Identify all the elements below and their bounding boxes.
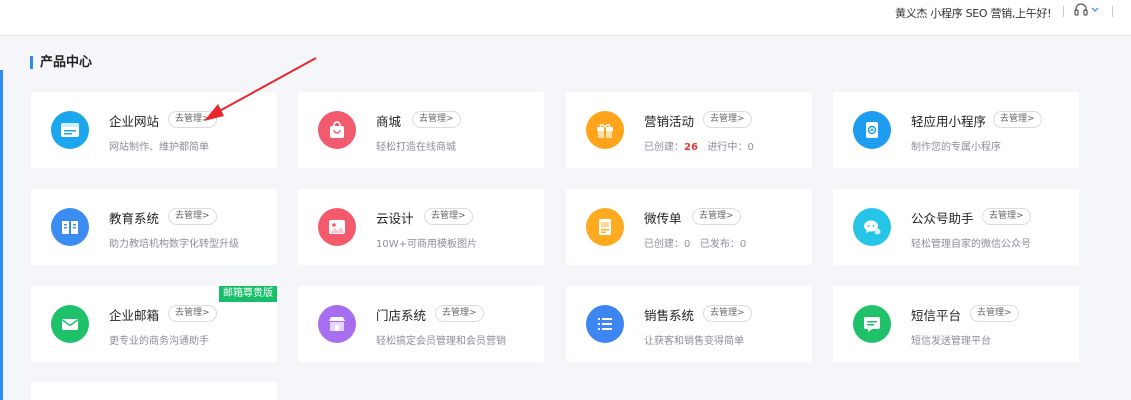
card-description: 已创建：0 已发布：0 bbox=[644, 239, 747, 250]
card-description: 轻松管理自家的微信公众号 bbox=[911, 239, 1031, 250]
card-description: 轻松打造在线商城 bbox=[376, 142, 456, 153]
manage-button[interactable]: 去管理> bbox=[168, 111, 217, 128]
card-partial[interactable] bbox=[31, 382, 277, 400]
manage-button[interactable]: 去管理> bbox=[982, 208, 1031, 225]
chevron-down-icon[interactable] bbox=[1091, 7, 1099, 13]
book-icon bbox=[51, 208, 89, 246]
manage-button[interactable]: 去管理> bbox=[703, 111, 752, 128]
card-title: 云设计 bbox=[376, 211, 414, 226]
card-sales-system[interactable]: 销售系统 去管理> 让获客和销售变得简单 bbox=[566, 286, 812, 362]
card-mini-program[interactable]: 轻应用小程序 去管理> 制作您的专属小程序 bbox=[833, 92, 1079, 168]
manage-button[interactable]: 去管理> bbox=[424, 208, 473, 225]
flyer-icon bbox=[586, 208, 624, 246]
card-title: 门店系统 bbox=[376, 308, 427, 323]
card-description: 网站制作、维护都简单 bbox=[109, 142, 209, 153]
manage-button[interactable]: 去管理> bbox=[703, 305, 752, 322]
card-description: 更专业的商务沟通助手 bbox=[109, 336, 209, 347]
manage-button[interactable]: 去管理> bbox=[435, 305, 484, 322]
card-title: 企业邮箱 bbox=[109, 308, 160, 323]
card-title: 商城 bbox=[376, 114, 402, 129]
card-description: 已创建：26 进行中：0 bbox=[644, 142, 754, 153]
wechat-icon bbox=[853, 208, 891, 246]
headset-icon[interactable] bbox=[1073, 2, 1089, 18]
card-flyer[interactable]: 微传单 去管理> 已创建：0 已发布：0 bbox=[566, 189, 812, 265]
card-title: 教育系统 bbox=[109, 211, 160, 226]
manage-button[interactable]: 去管理> bbox=[168, 208, 217, 225]
card-description: 让获客和销售变得简单 bbox=[644, 336, 744, 347]
list-icon bbox=[586, 305, 624, 343]
card-description: 轻松搞定会员管理和会员营销 bbox=[376, 336, 506, 347]
card-title: 公众号助手 bbox=[911, 211, 974, 226]
card-title: 营销活动 bbox=[644, 114, 695, 129]
card-sms-platform[interactable]: 短信平台 去管理> 短信发送管理平台 bbox=[833, 286, 1079, 362]
card-cloud-design[interactable]: 云设计 去管理> 10W+可商用模板图片 bbox=[298, 189, 544, 265]
created-count: 26 bbox=[684, 142, 698, 153]
card-mall[interactable]: 商城 去管理> 轻松打造在线商城 bbox=[298, 92, 544, 168]
card-store-system[interactable]: 门店系统 去管理> 轻松搞定会员管理和会员营销 bbox=[298, 286, 544, 362]
mini-program-icon bbox=[853, 111, 891, 149]
left-accent-bar bbox=[0, 70, 3, 400]
top-bar: 黄义杰 小程序 SEO 营销,上午好! bbox=[0, 0, 1131, 36]
divider bbox=[1063, 6, 1064, 17]
page-title: 产品中心 bbox=[30, 54, 92, 72]
card-description: 制作您的专属小程序 bbox=[911, 142, 1001, 153]
card-title: 轻应用小程序 bbox=[911, 114, 987, 129]
user-greeting[interactable]: 黄义杰 小程序 SEO 营销,上午好! bbox=[895, 5, 1052, 21]
mail-icon bbox=[51, 305, 89, 343]
card-description: 助力教培机构数字化转型升级 bbox=[109, 239, 239, 250]
card-enterprise-mail[interactable]: 企业邮箱 去管理> 更专业的商务沟通助手 邮箱尊贵版 bbox=[31, 286, 277, 362]
manage-button[interactable]: 去管理> bbox=[692, 208, 741, 225]
manage-button[interactable]: 去管理> bbox=[412, 111, 461, 128]
card-education[interactable]: 教育系统 去管理> 助力教培机构数字化转型升级 bbox=[31, 189, 277, 265]
card-title: 短信平台 bbox=[911, 308, 962, 323]
manage-button[interactable]: 去管理> bbox=[970, 305, 1019, 322]
gift-icon bbox=[586, 111, 624, 149]
card-title: 企业网站 bbox=[109, 114, 160, 129]
premium-badge: 邮箱尊贵版 bbox=[219, 286, 277, 302]
card-marketing[interactable]: 营销活动 去管理> 已创建：26 进行中：0 bbox=[566, 92, 812, 168]
card-title: 微传单 bbox=[644, 211, 682, 226]
image-icon bbox=[318, 208, 356, 246]
divider bbox=[1112, 6, 1113, 17]
store-icon bbox=[318, 305, 356, 343]
website-icon bbox=[51, 111, 89, 149]
manage-button[interactable]: 去管理> bbox=[993, 111, 1042, 128]
card-wechat-assistant[interactable]: 公众号助手 去管理> 轻松管理自家的微信公众号 bbox=[833, 189, 1079, 265]
shopping-bag-icon bbox=[318, 111, 356, 149]
sms-icon bbox=[853, 305, 891, 343]
card-website[interactable]: 企业网站 去管理> 网站制作、维护都简单 bbox=[31, 92, 277, 168]
manage-button[interactable]: 去管理> bbox=[168, 305, 217, 322]
card-description: 短信发送管理平台 bbox=[911, 336, 991, 347]
card-description: 10W+可商用模板图片 bbox=[376, 239, 477, 250]
card-title: 销售系统 bbox=[644, 308, 695, 323]
